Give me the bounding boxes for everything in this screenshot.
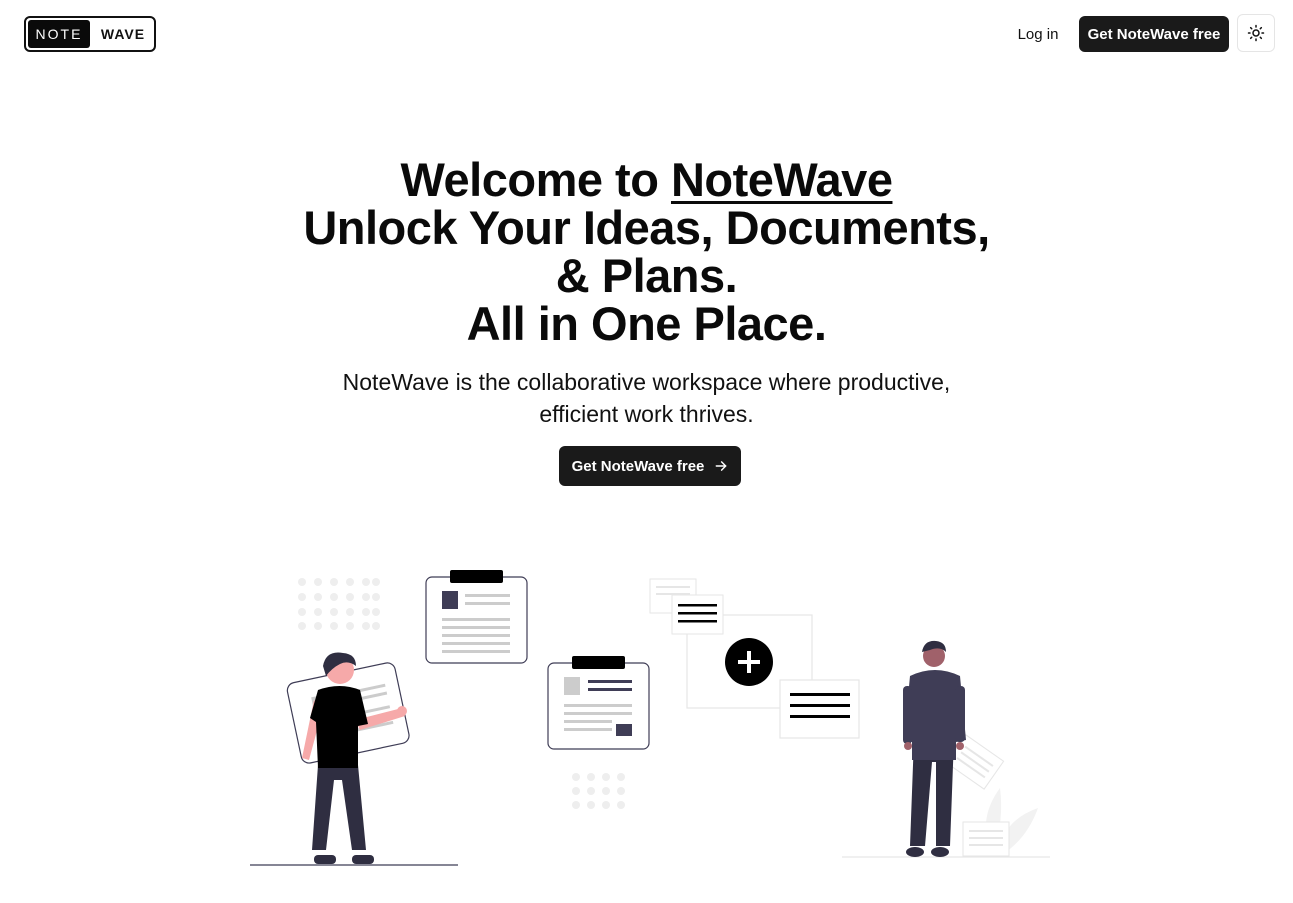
get-notewave-free-nav-button[interactable]: Get NoteWave free: [1079, 16, 1229, 52]
logo[interactable]: NOTE WAVE: [24, 16, 156, 52]
dot-grid-left: [298, 578, 380, 630]
sun-icon: [1247, 24, 1265, 42]
theme-toggle-button[interactable]: [1237, 14, 1275, 52]
hero-title-prefix: Welcome to: [400, 153, 671, 206]
hero-title-line4: All in One Place.: [466, 297, 827, 350]
login-link[interactable]: Log in: [1006, 16, 1070, 52]
hero: Welcome to NoteWave Unlock Your Ideas, D…: [0, 156, 1293, 348]
hero-subtitle-line1: NoteWave is the collaborative workspace …: [342, 369, 951, 395]
hero-title-line3: & Plans.: [555, 249, 738, 302]
add-note-diagram: [649, 578, 860, 739]
get-notewave-free-hero-button[interactable]: Get NoteWave free: [559, 446, 741, 486]
logo-note-text: NOTE: [28, 20, 90, 48]
hero-illustration: [250, 570, 1050, 866]
arrow-right-icon: [716, 461, 727, 471]
dot-grid-center: [572, 773, 625, 809]
logo-wave-text: WAVE: [100, 26, 146, 42]
person-right: [842, 640, 1050, 858]
clipboard-card-1: [425, 570, 528, 664]
hero-title-line2: Unlock Your Ideas, Documents,: [303, 201, 990, 254]
hero-subtitle-line2: efficient work thrives.: [539, 401, 754, 427]
hero-title: Welcome to NoteWave Unlock Your Ideas, D…: [0, 156, 1293, 348]
hero-title-brand: NoteWave: [670, 153, 893, 206]
clipboard-card-2: [547, 656, 650, 750]
hero-cta-label: Get NoteWave free: [571, 457, 705, 475]
hero-subtitle: NoteWave is the collaborative workspace …: [0, 366, 1293, 430]
person-left: [250, 652, 458, 866]
